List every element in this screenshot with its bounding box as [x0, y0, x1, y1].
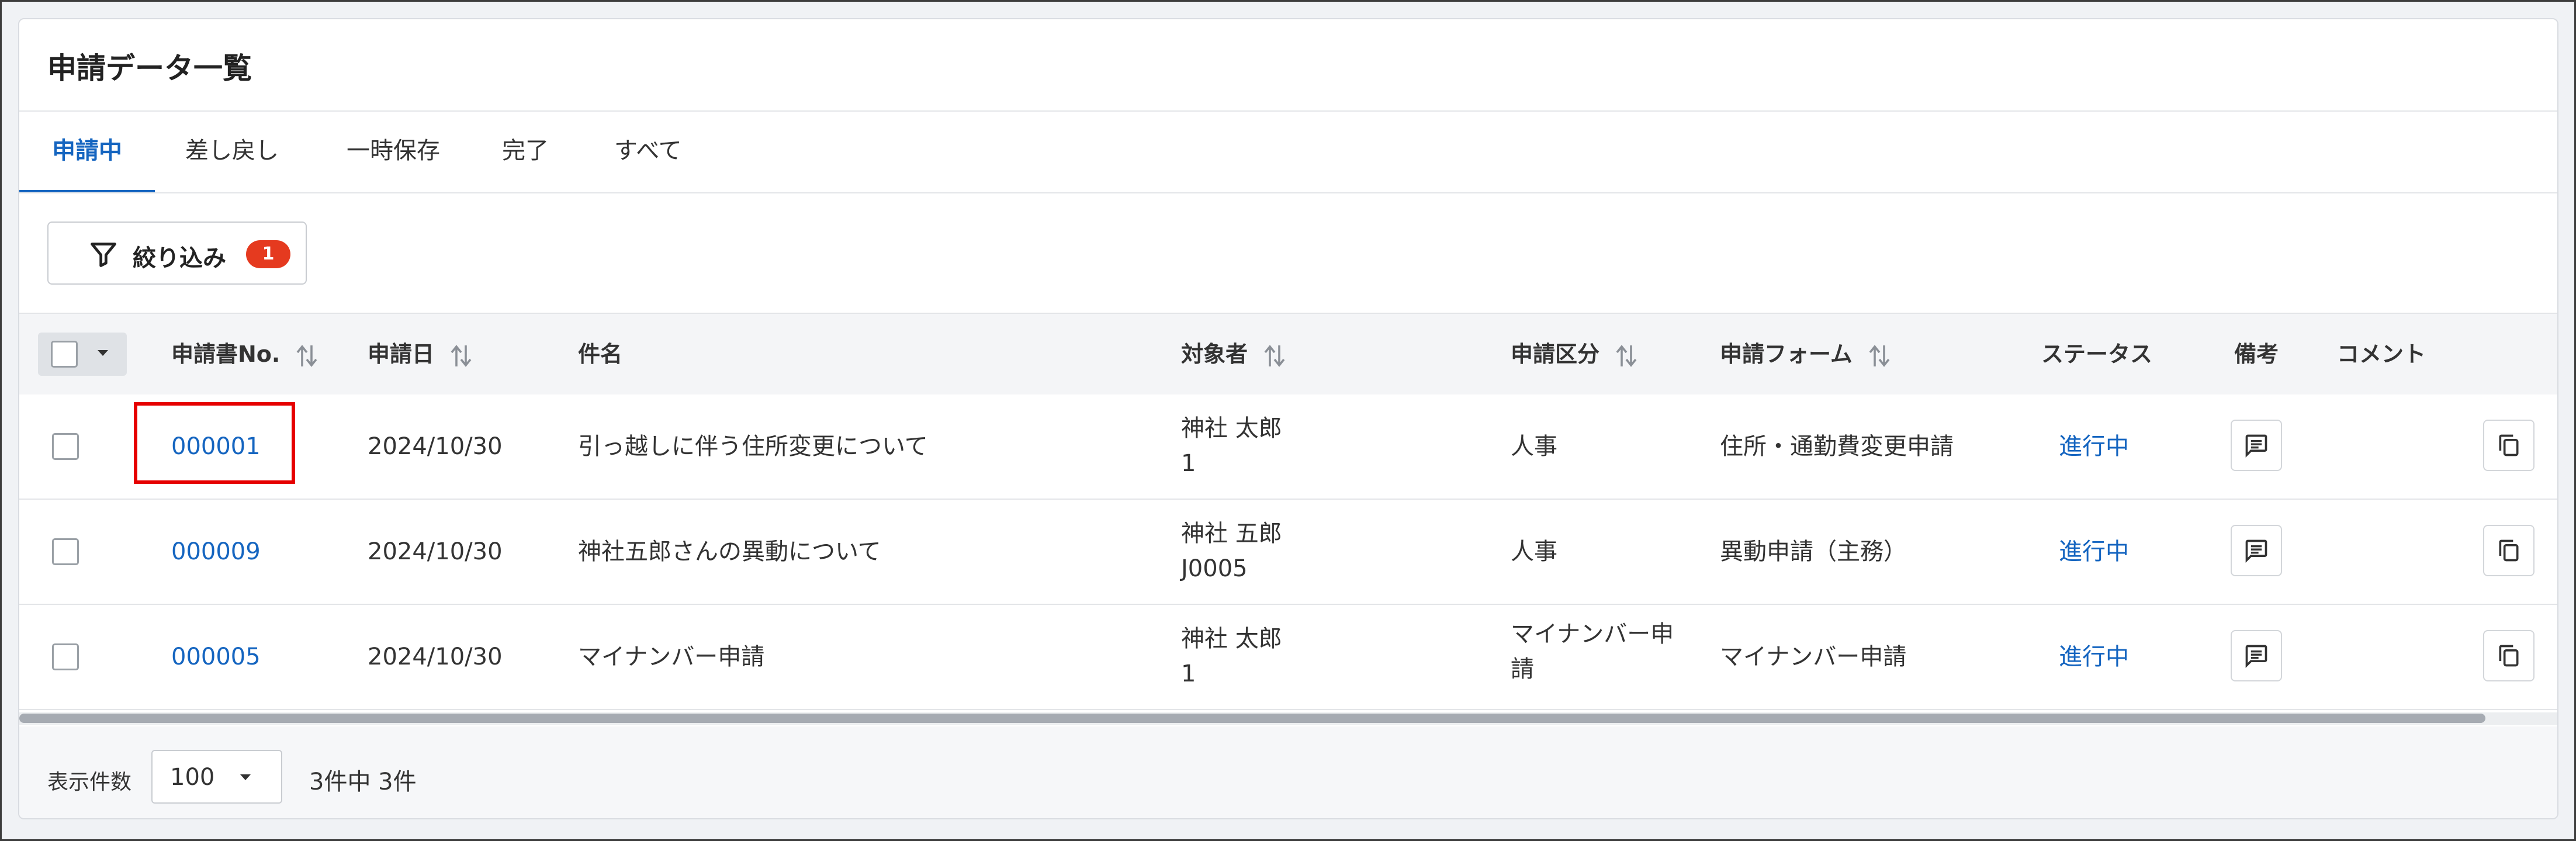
column-header-form[interactable]: 申請フォーム	[1720, 314, 1890, 394]
subject: 引っ越しに伴う住所変更について	[578, 433, 928, 460]
column-header-category[interactable]: 申請区分	[1511, 314, 1637, 394]
category-line: マイナンバー申	[1511, 621, 1674, 648]
remarks-button[interactable]	[2231, 630, 2282, 681]
table-footer: 表示件数 100 3件中 3件	[19, 726, 2557, 818]
table-row: 000005 2024/10/30 マイナンバー申請 神社 太郎 1 マイナンバー…	[19, 605, 2557, 710]
sort-icon	[1869, 344, 1890, 367]
horizontal-scrollbar[interactable]	[19, 714, 2485, 723]
caret-down-icon	[240, 774, 251, 780]
column-header-comment: コメント	[2337, 341, 2426, 367]
application-list-panel: 申請データ一覧 申請中 差し戻し 一時保存 完了 すべて 絞り込み 1 申請書N…	[18, 18, 2558, 819]
application-number-link[interactable]: 000005	[171, 605, 261, 709]
copy-icon	[2499, 434, 2519, 456]
application-date: 2024/10/30	[368, 643, 503, 670]
column-header-label: 申請フォーム	[1720, 341, 1853, 367]
table-header: 申請書No. 申請日 件名 対象者 申請区分 申請フォーム ステータス 備考 コ…	[19, 313, 2557, 396]
status-text: 進行中	[2059, 538, 2129, 565]
filter-icon	[91, 243, 116, 267]
tab-pending[interactable]: 申請中	[52, 112, 122, 190]
target-person: 神社 五郎 J0005	[1181, 516, 1282, 586]
filter-button[interactable]: 絞り込み 1	[47, 222, 307, 285]
sort-icon	[296, 344, 317, 367]
copy-button[interactable]	[2483, 525, 2535, 576]
column-header-status: ステータス	[2041, 341, 2153, 367]
row-checkbox[interactable]	[52, 433, 79, 460]
divider	[19, 192, 2557, 193]
column-header-date[interactable]: 申請日	[368, 314, 472, 394]
category: マイナンバー申請	[1511, 617, 1674, 687]
caret-down-icon	[98, 350, 108, 356]
category: 人事	[1511, 433, 1557, 460]
highlight-box	[134, 402, 295, 484]
result-count: 3件中 3件	[309, 769, 417, 795]
copy-icon	[2499, 645, 2519, 667]
table-row: 000009 2024/10/30 神社五郎さんの異動について 神社 五郎 J00…	[19, 500, 2557, 605]
per-page-value: 100	[170, 764, 215, 791]
application-date: 2024/10/30	[368, 433, 503, 460]
target-person: 神社 太郎 1	[1181, 411, 1282, 481]
tab-returned[interactable]: 差し戻し	[185, 112, 279, 190]
target-id: 1	[1181, 660, 1196, 687]
column-header-label: 対象者	[1181, 341, 1248, 367]
category-line: 請	[1511, 656, 1534, 683]
column-header-label: 申請日	[368, 341, 435, 367]
per-page-label: 表示件数	[47, 770, 132, 794]
remarks-button[interactable]	[2231, 420, 2282, 471]
status-tabs: 申請中 差し戻し 一時保存 完了 すべて	[19, 112, 2557, 193]
status-text: 進行中	[2059, 433, 2129, 460]
column-header-label: 申請区分	[1511, 341, 1600, 367]
tab-draft[interactable]: 一時保存	[347, 112, 440, 190]
sort-icon	[1616, 344, 1637, 367]
column-header-target[interactable]: 対象者	[1181, 314, 1285, 394]
select-all-checkbox[interactable]	[51, 341, 78, 368]
target-name: 神社 五郎	[1181, 520, 1282, 547]
per-page-select[interactable]: 100	[151, 750, 282, 804]
comment-icon	[2245, 434, 2267, 458]
row-checkbox[interactable]	[52, 643, 79, 670]
filter-count-badge: 1	[246, 240, 290, 268]
column-header-label: 申請書No.	[171, 341, 281, 367]
status-text: 進行中	[2059, 643, 2129, 670]
remarks-button[interactable]	[2231, 525, 2282, 576]
tab-completed[interactable]: 完了	[502, 112, 549, 190]
subject: マイナンバー申請	[578, 643, 765, 670]
subject: 神社五郎さんの異動について	[578, 538, 881, 565]
filter-label: 絞り込み	[133, 245, 226, 272]
copy-icon	[2499, 539, 2519, 562]
target-name: 神社 太郎	[1181, 415, 1282, 442]
application-number-link[interactable]: 000009	[171, 500, 261, 604]
sort-icon	[451, 344, 472, 367]
column-header-subject: 件名	[578, 341, 623, 367]
copy-button[interactable]	[2483, 420, 2535, 471]
column-header-remarks: 備考	[2234, 341, 2279, 367]
category: 人事	[1511, 538, 1557, 565]
form-name: 異動申請（主務）	[1720, 538, 1907, 565]
form-name: マイナンバー申請	[1720, 643, 1907, 670]
tab-all[interactable]: すべて	[614, 112, 682, 190]
select-all-dropdown[interactable]	[38, 333, 127, 376]
target-id: J0005	[1181, 555, 1248, 582]
target-name: 神社 太郎	[1181, 625, 1282, 652]
page-title: 申請データ一覧	[47, 51, 252, 85]
target-id: 1	[1181, 450, 1196, 477]
comment-icon	[2245, 645, 2267, 668]
comment-icon	[2245, 539, 2267, 563]
form-name: 住所・通勤費変更申請	[1720, 433, 1954, 460]
application-date: 2024/10/30	[368, 538, 503, 565]
table-row: 000001 2024/10/30 引っ越しに伴う住所変更について 神社 太郎 1…	[19, 394, 2557, 500]
target-person: 神社 太郎 1	[1181, 621, 1282, 691]
row-checkbox[interactable]	[52, 538, 79, 565]
column-header-number[interactable]: 申請書No.	[171, 314, 317, 394]
sort-icon	[1264, 344, 1285, 367]
copy-button[interactable]	[2483, 630, 2535, 681]
